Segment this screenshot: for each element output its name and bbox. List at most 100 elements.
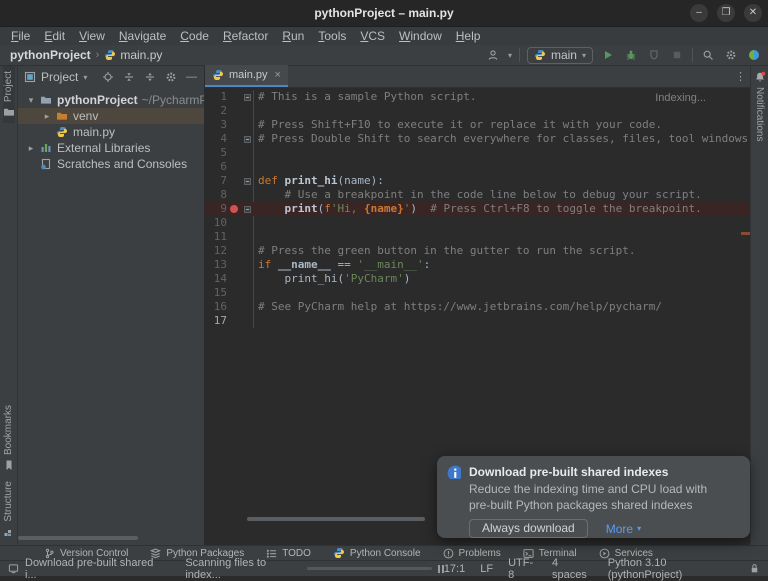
run-config-select[interactable]: main ▾: [526, 46, 593, 64]
menu-code[interactable]: Code: [173, 27, 216, 45]
close-button[interactable]: ✕: [744, 4, 762, 22]
tool-stripe-bookmarks[interactable]: Bookmarks: [3, 400, 15, 476]
breadcrumb-main.py[interactable]: main.py: [104, 48, 162, 62]
scratches-icon: [38, 158, 54, 170]
tool-stripe-structure[interactable]: Structure: [3, 476, 15, 543]
breakpoint-dot[interactable]: [230, 205, 238, 213]
minimize-button[interactable]: –: [690, 4, 708, 22]
settings-button[interactable]: [723, 47, 739, 63]
always-download-button[interactable]: Always download: [469, 519, 588, 538]
code-line-13[interactable]: 13 if __name__ == '__main__':: [205, 258, 750, 272]
line-number[interactable]: 8: [205, 188, 227, 202]
menu-edit[interactable]: Edit: [37, 27, 72, 45]
search-everywhere-button[interactable]: [700, 47, 716, 63]
line-number[interactable]: 15: [205, 286, 227, 300]
code-line-10[interactable]: 10: [205, 216, 750, 230]
tool-stripe-notifications[interactable]: Notifications: [754, 66, 766, 146]
tool-stripe-project[interactable]: Project: [2, 66, 15, 124]
line-number[interactable]: 16: [205, 300, 227, 314]
menu-navigate[interactable]: Navigate: [112, 27, 173, 45]
menu-view[interactable]: View: [72, 27, 112, 45]
code-line-15[interactable]: 15: [205, 286, 750, 300]
code-line-2[interactable]: 2: [205, 104, 750, 118]
run-button[interactable]: [600, 47, 616, 63]
expand-all-icon[interactable]: [143, 71, 156, 84]
close-icon[interactable]: ×: [275, 69, 281, 81]
tree-item-pythonproject[interactable]: ▾pythonProject ~/PycharmPro: [18, 92, 204, 108]
caret-position[interactable]: 17:1: [444, 563, 465, 575]
code-line-11[interactable]: 11: [205, 230, 750, 244]
editor-tab-main-py[interactable]: main.py ×: [205, 65, 288, 87]
code-line-5[interactable]: 5: [205, 146, 750, 160]
code-line-17[interactable]: 17: [205, 314, 750, 328]
code-line-14[interactable]: 14 print_hi('PyCharm'): [205, 272, 750, 286]
line-number[interactable]: 17: [205, 314, 227, 328]
user-icon[interactable]: [485, 47, 501, 63]
indent-style[interactable]: 4 spaces: [552, 557, 593, 581]
fold-marker-icon[interactable]: [244, 177, 251, 185]
code-line-12[interactable]: 12 # Press the green button in the gutter…: [205, 244, 750, 258]
tree-item-scratches-and-consoles[interactable]: Scratches and Consoles: [18, 156, 204, 172]
tab-options-kebab-icon[interactable]: ⋮: [735, 70, 746, 83]
code-line-3[interactable]: 3 # Press Shift+F10 to execute it or repl…: [205, 118, 750, 132]
project-panel-hscrollbar[interactable]: [18, 536, 138, 540]
restore-button[interactable]: ❐: [717, 4, 735, 22]
status-message[interactable]: Download pre-built shared i...: [25, 557, 161, 581]
line-number[interactable]: 3: [205, 118, 227, 132]
coverage-button[interactable]: [646, 47, 662, 63]
menu-tools[interactable]: Tools: [311, 27, 353, 45]
more-dropdown-link[interactable]: More ▾: [606, 522, 641, 536]
stop-button[interactable]: [669, 47, 685, 63]
line-separator[interactable]: LF: [480, 563, 493, 575]
debug-button[interactable]: [623, 47, 639, 63]
line-number[interactable]: 14: [205, 272, 227, 286]
menu-window[interactable]: Window: [392, 27, 449, 45]
line-number[interactable]: 10: [205, 216, 227, 230]
fold-marker-icon[interactable]: [244, 205, 251, 213]
line-number[interactable]: 11: [205, 230, 227, 244]
python-interpreter[interactable]: Python 3.10 (pythonProject): [608, 557, 734, 581]
collapse-all-icon[interactable]: [122, 71, 135, 84]
code-line-7[interactable]: 7 def print_hi(name):: [205, 174, 750, 188]
line-number[interactable]: 5: [205, 146, 227, 160]
hide-icon[interactable]: —: [185, 71, 198, 84]
menu-file[interactable]: File: [4, 27, 37, 45]
event-log-icon[interactable]: [8, 563, 19, 574]
line-number[interactable]: 2: [205, 104, 227, 118]
line-number[interactable]: 6: [205, 160, 227, 174]
line-number[interactable]: 13: [205, 258, 227, 272]
fold-marker-icon[interactable]: [244, 135, 251, 143]
line-number[interactable]: 9: [205, 202, 227, 216]
locate-icon[interactable]: [101, 71, 114, 84]
code-line-4[interactable]: 4 # Press Double Shift to search everywhe…: [205, 132, 750, 146]
file-encoding[interactable]: UTF-8: [508, 557, 537, 581]
more-label: More: [605, 521, 634, 536]
line-number[interactable]: 1: [205, 90, 227, 104]
menu-refactor[interactable]: Refactor: [216, 27, 275, 45]
menu-run[interactable]: Run: [275, 27, 311, 45]
lock-icon[interactable]: [749, 563, 760, 574]
code-line-6[interactable]: 6: [205, 160, 750, 174]
line-number[interactable]: 12: [205, 244, 227, 258]
fold-marker-icon[interactable]: [244, 93, 251, 101]
code-line-9[interactable]: 9 print(f'Hi, {name}') # Press Ctrl+F8 t…: [205, 202, 750, 216]
editor-hscrollbar[interactable]: [247, 517, 425, 521]
toolbar-divider: [692, 48, 693, 62]
code-line-8[interactable]: 8 # Use a breakpoint in the code line be…: [205, 188, 750, 202]
breadcrumb-pythonProject[interactable]: pythonProject: [10, 48, 91, 62]
settings-icon[interactable]: [164, 71, 177, 84]
pycharm-balloon-icon[interactable]: [746, 47, 762, 63]
line-number[interactable]: 7: [205, 174, 227, 188]
chevron-down-icon[interactable]: ▾: [24, 95, 38, 106]
menu-vcs[interactable]: VCS: [353, 27, 392, 45]
chevron-right-icon[interactable]: ▸: [24, 143, 38, 154]
project-view-select[interactable]: Project ▾: [24, 70, 87, 84]
tree-item-main-py[interactable]: main.py: [18, 124, 204, 140]
chevron-right-icon[interactable]: ▸: [40, 111, 54, 122]
menu-help[interactable]: Help: [449, 27, 488, 45]
tree-item-external-libraries[interactable]: ▸ External Libraries: [18, 140, 204, 156]
line-number[interactable]: 4: [205, 132, 227, 146]
toolwindow-python-console[interactable]: Python Console: [333, 547, 421, 559]
tree-item-venv[interactable]: ▸ venv: [18, 108, 204, 124]
code-line-16[interactable]: 16 # See PyCharm help at https://www.jetb…: [205, 300, 750, 314]
